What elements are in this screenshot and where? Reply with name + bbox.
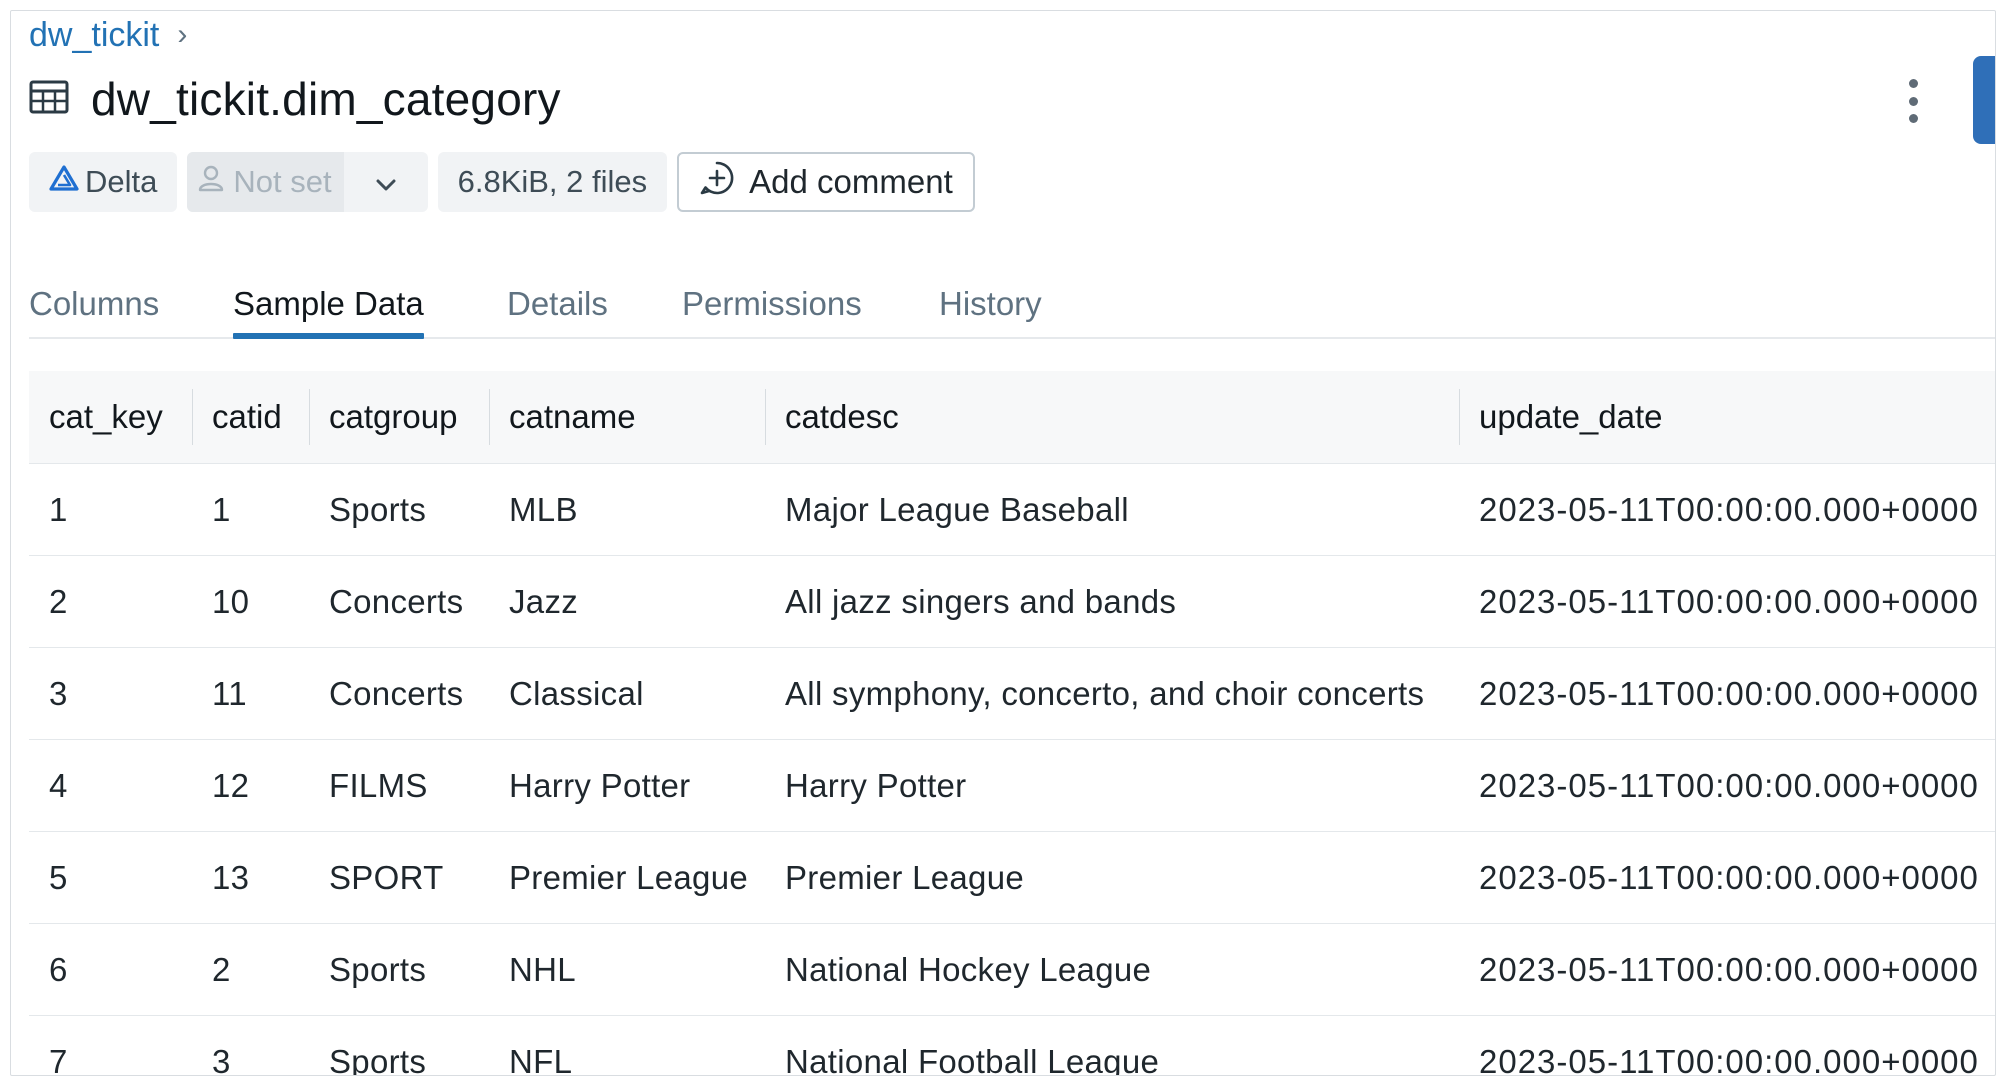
add-comment-button[interactable]: Add comment: [677, 152, 975, 212]
table-cell: Sports: [309, 923, 489, 1016]
table-cell: 11: [192, 647, 309, 740]
owner-label: Not set: [233, 164, 332, 199]
kebab-menu-icon[interactable]: [1903, 79, 1923, 123]
page-title: dw_tickit.dim_category: [91, 73, 561, 125]
table-cell: Sports: [309, 1015, 489, 1075]
owner-dropdown-button[interactable]: [344, 152, 428, 212]
table-cell: 2: [192, 923, 309, 1016]
tab-permissions[interactable]: Permissions: [682, 273, 862, 335]
table-cell: 2023-05-11T00:00:00.000+0000: [1459, 647, 1995, 740]
owner-value[interactable]: Not set: [187, 152, 344, 212]
title-row: dw_tickit.dim_category: [29, 67, 561, 131]
tab-sample-data[interactable]: Sample Data: [233, 273, 424, 339]
table-row: 7 3 Sports NFL National Football League …: [29, 1015, 1995, 1075]
table-row: 3 11 Concerts Classical All symphony, co…: [29, 647, 1995, 740]
table-cell: Major League Baseball: [765, 463, 1459, 556]
table-cell: All symphony, concerto, and choir concer…: [765, 647, 1459, 740]
table-cell: 2023-05-11T00:00:00.000+0000: [1459, 1015, 1995, 1075]
table-cell: NFL: [489, 1015, 765, 1075]
sample-data-table-container[interactable]: cat_key catid catgroup catname catdesc u…: [29, 371, 1995, 1075]
chevron-down-icon: [375, 164, 397, 200]
plus-circle-icon: [699, 160, 735, 204]
table-cell: FILMS: [309, 739, 489, 832]
column-header-catname[interactable]: catname: [489, 371, 765, 464]
table-cell: Harry Potter: [765, 739, 1459, 832]
table-cell: Harry Potter: [489, 739, 765, 832]
table-cell: MLB: [489, 463, 765, 556]
table-cell: 2023-05-11T00:00:00.000+0000: [1459, 831, 1995, 924]
table-row: 5 13 SPORT Premier League Premier League…: [29, 831, 1995, 924]
user-icon: [197, 164, 225, 200]
table-cell: 13: [192, 831, 309, 924]
table-cell: Premier League: [765, 831, 1459, 924]
table-cell: 2023-05-11T00:00:00.000+0000: [1459, 463, 1995, 556]
table-cell: 2: [29, 555, 192, 648]
table-row: 4 12 FILMS Harry Potter Harry Potter 202…: [29, 739, 1995, 832]
add-comment-label: Add comment: [749, 163, 953, 200]
tab-bar: Columns Sample Data Details Permissions …: [29, 273, 1995, 339]
table-row: 1 1 Sports MLB Major League Baseball 202…: [29, 463, 1995, 556]
table-cell: 1: [29, 463, 192, 556]
table-cell: 7: [29, 1015, 192, 1075]
table-cell: National Hockey League: [765, 923, 1459, 1016]
table-cell: 6: [29, 923, 192, 1016]
size-label: 6.8KiB, 2 files: [457, 164, 648, 199]
table-row: 6 2 Sports NHL National Hockey League 20…: [29, 923, 1995, 1016]
tab-history[interactable]: History: [939, 273, 1042, 335]
format-badge: Delta: [29, 152, 178, 212]
column-header-catdesc[interactable]: catdesc: [765, 371, 1459, 464]
table-cell: Classical: [489, 647, 765, 740]
table-cell: 2023-05-11T00:00:00.000+0000: [1459, 923, 1995, 1016]
table-cell: Jazz: [489, 555, 765, 648]
table-cell: NHL: [489, 923, 765, 1016]
owner-selector[interactable]: Not set: [187, 152, 428, 212]
table-cell: 4: [29, 739, 192, 832]
table-cell: 2023-05-11T00:00:00.000+0000: [1459, 555, 1995, 648]
breadcrumb: dw_tickit ›: [29, 13, 187, 57]
table-cell: SPORT: [309, 831, 489, 924]
table-header-row: cat_key catid catgroup catname catdesc u…: [29, 371, 1995, 464]
format-label: Delta: [85, 164, 158, 199]
table-cell: National Football League: [765, 1015, 1459, 1075]
table-row: 2 10 Concerts Jazz All jazz singers and …: [29, 555, 1995, 648]
table-cell: 5: [29, 831, 192, 924]
table-grid-icon: [29, 80, 69, 119]
table-cell: Concerts: [309, 647, 489, 740]
table-cell: All jazz singers and bands: [765, 555, 1459, 648]
table-cell: Concerts: [309, 555, 489, 648]
table-cell: Premier League: [489, 831, 765, 924]
table-cell: 3: [29, 647, 192, 740]
sample-data-table: cat_key catid catgroup catname catdesc u…: [29, 371, 1995, 1075]
metadata-chips: Delta Not set 6.8KiB, 2 files Add commen…: [29, 152, 975, 212]
table-cell: 12: [192, 739, 309, 832]
table-cell: Sports: [309, 463, 489, 556]
column-header-cat-key[interactable]: cat_key: [29, 371, 192, 464]
table-cell: 10: [192, 555, 309, 648]
breadcrumb-chevron-icon: ›: [177, 18, 188, 51]
tab-details[interactable]: Details: [507, 273, 608, 335]
table-detail-page: dw_tickit › dw_tickit.dim_category Delta…: [10, 10, 1996, 1076]
table-cell: 3: [192, 1015, 309, 1075]
size-badge: 6.8KiB, 2 files: [437, 152, 668, 212]
column-header-catid[interactable]: catid: [192, 371, 309, 464]
table-cell: 1: [192, 463, 309, 556]
breadcrumb-link-schema[interactable]: dw_tickit: [29, 16, 159, 55]
tab-columns[interactable]: Columns: [29, 273, 159, 335]
side-panel-toggle[interactable]: [1973, 56, 1995, 144]
table-cell: 2023-05-11T00:00:00.000+0000: [1459, 739, 1995, 832]
column-header-update-date[interactable]: update_date: [1459, 371, 1995, 464]
column-header-catgroup[interactable]: catgroup: [309, 371, 489, 464]
delta-triangle-icon: [49, 164, 79, 200]
